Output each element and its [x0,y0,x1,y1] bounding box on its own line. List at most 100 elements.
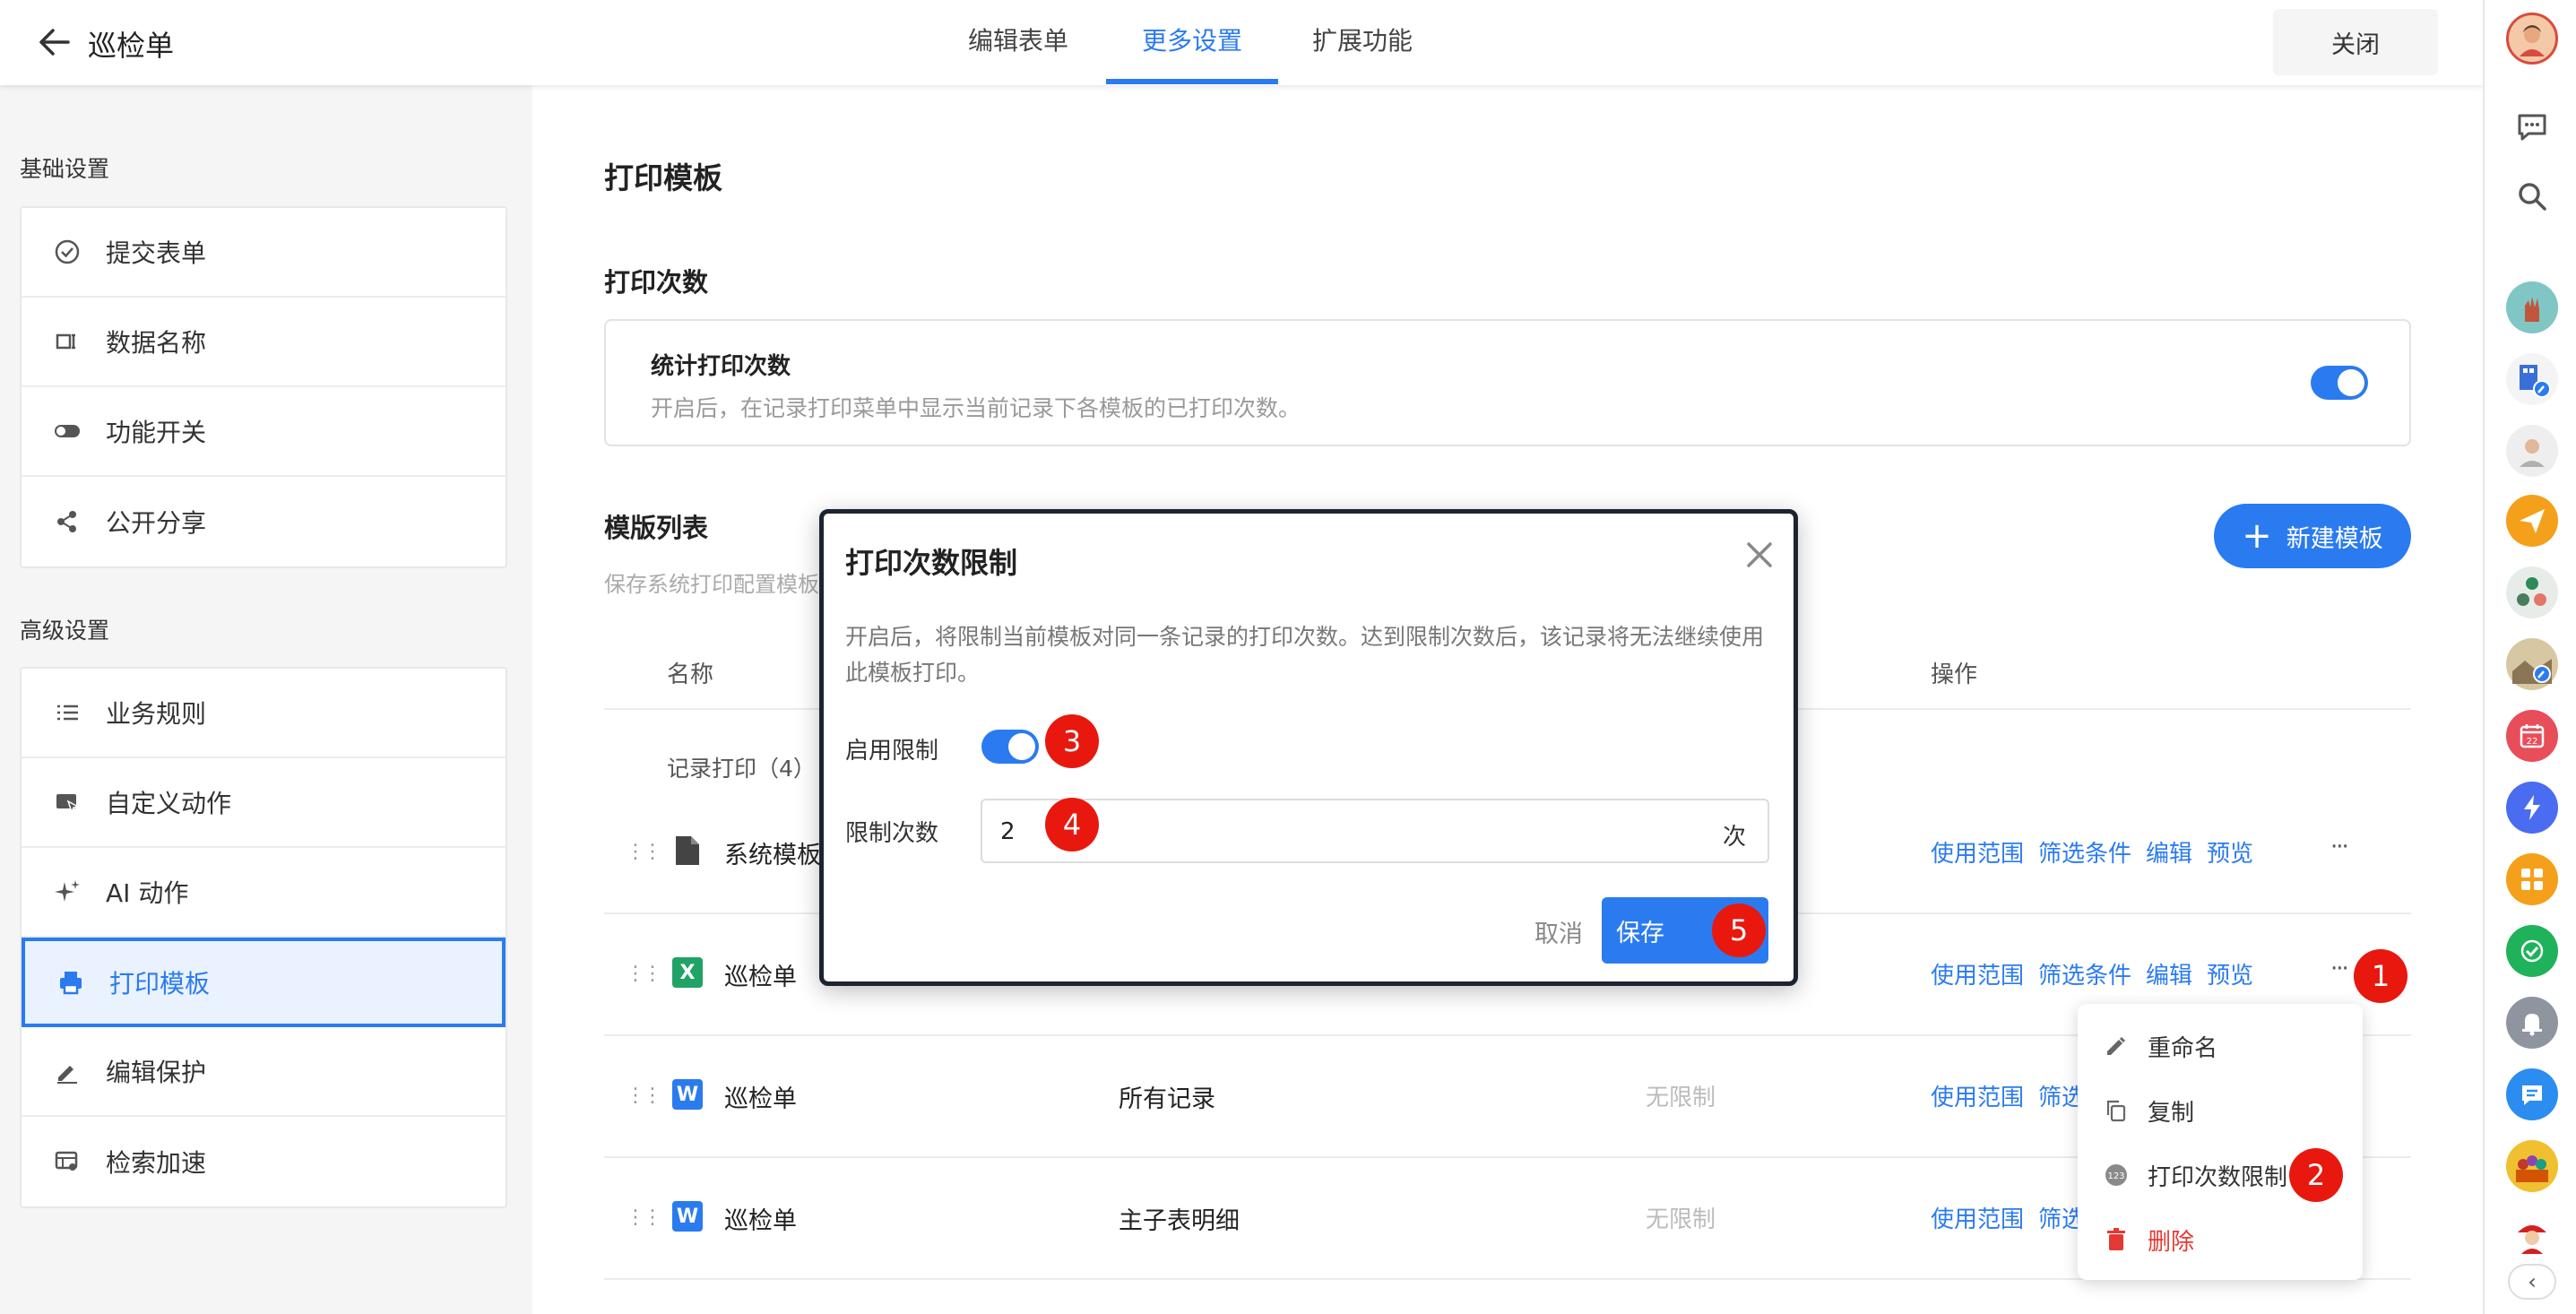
op-usage-scope[interactable]: 使用范围 [1931,1079,2024,1112]
word-icon: W [672,1079,703,1110]
sidebar-item-ai-action[interactable]: AI 动作 [22,848,506,938]
menu-item-label: 复制 [2148,1099,2195,1127]
app-plants-icon[interactable] [2506,566,2558,618]
trash-icon [2103,1226,2130,1253]
app-title: 巡检单 [88,29,175,63]
close-button[interactable]: 关闭 [2273,9,2438,75]
counter-icon: 123 [2103,1162,2130,1189]
copy-icon [2103,1097,2130,1124]
word-icon: W [672,1201,703,1232]
enable-limit-toggle[interactable] [981,730,1039,764]
op-edit[interactable]: 编辑 [2146,957,2192,990]
drag-handle-icon[interactable]: ⋮⋮ [626,791,662,912]
limit-count-input[interactable]: 2 次 [981,799,1769,863]
top-bar: 巡检单 编辑表单 更多设置 扩展功能 关闭 [0,0,2483,85]
back-arrow-icon[interactable] [32,20,77,65]
op-filter-conditions[interactable]: 筛选条件 [2038,835,2131,869]
print-count-card-desc: 开启后，在记录打印菜单中显示当前记录下各模板的已打印次数。 [651,395,1301,421]
tab-edit-form[interactable]: 编辑表单 [959,0,1077,85]
app-landscape-icon[interactable] [2506,638,2558,690]
step-badge-1: 1 [2354,949,2407,1003]
template-name: 巡检单 [724,964,797,991]
app-hands-icon[interactable] [2506,281,2558,333]
op-edit[interactable]: 编辑 [2146,835,2192,869]
cancel-button[interactable]: 取消 [1505,899,1612,964]
custom-action-icon [48,783,86,821]
app-send-icon[interactable] [2506,495,2558,547]
document-icon [672,835,703,866]
sidebar-item-custom-action[interactable]: 自定义动作 [22,758,506,848]
tab-extensions[interactable]: 扩展功能 [1303,0,1422,85]
right-rail: 22 ‹ [2483,0,2576,1314]
step-badge-2: 2 [2289,1148,2343,1202]
op-usage-scope[interactable]: 使用范围 [1931,835,2024,869]
lightning-icon[interactable] [2506,782,2558,834]
dialog-title: 打印次数限制 [845,546,1018,580]
template-print-limit: 无限制 [1646,1085,1716,1111]
column-header-ops: 操作 [1931,661,1978,688]
op-preview[interactable]: 预览 [2207,957,2253,990]
sidebar-item-label: 自定义动作 [106,789,232,818]
more-options-button[interactable]: ··· [2330,955,2349,982]
share-icon [48,503,86,540]
sidebar-item-submit-form[interactable]: 提交表单 [22,208,506,298]
menu-item-label: 重命名 [2148,1034,2218,1062]
menu-item-rename[interactable]: 重命名 [2078,1015,2363,1077]
check-circle-icon [48,233,86,271]
app-group-photo-icon[interactable] [2506,1140,2558,1192]
sidebar-item-print-template[interactable]: 打印模板 [22,938,506,1027]
name-tag-icon [48,323,86,360]
limit-count-value: 2 [1000,818,1016,845]
sidebar-item-data-name[interactable]: 数据名称 [22,298,506,387]
op-usage-scope[interactable]: 使用范围 [1931,1201,2024,1234]
bell-icon[interactable] [2506,997,2558,1049]
new-template-button[interactable]: + 新建模板 [2214,504,2411,568]
sidebar-item-label: 功能开关 [106,418,207,447]
op-preview[interactable]: 预览 [2207,835,2253,869]
app-avatar-group-icon[interactable] [2506,425,2558,477]
op-usage-scope[interactable]: 使用范围 [1931,957,2024,990]
sidebar-item-feature-switch[interactable]: 功能开关 [22,387,506,477]
sidebar-item-business-rules[interactable]: 业务规则 [22,669,506,758]
sidebar-item-search-acceleration[interactable]: 检索加速 [22,1117,506,1206]
op-filter-conditions[interactable]: 筛选条件 [2038,957,2131,990]
template-scope: 所有记录 [1119,1085,1215,1113]
sidebar-item-label: 提交表单 [106,238,207,268]
search-icon[interactable] [2506,170,2558,222]
close-icon[interactable] [1738,533,1781,576]
tab-more-settings[interactable]: 更多设置 [1131,0,1253,85]
dialog-desc: 开启后，将限制当前模板对同一条记录的打印次数。达到限制次数后，该记录将无法继续使… [845,624,1765,686]
check-task-icon[interactable] [2506,925,2558,977]
active-tab-underline [1106,79,1278,84]
advanced-settings-title: 高级设置 [20,618,110,644]
chevron-left-icon: ‹ [2528,1269,2537,1294]
sidebar-item-public-share[interactable]: 公开分享 [22,477,506,566]
drag-handle-icon[interactable]: ⋮⋮ [626,912,662,1034]
more-options-button[interactable]: ··· [2330,834,2349,860]
drag-handle-icon[interactable]: ⋮⋮ [626,1156,662,1278]
user-avatar[interactable] [2506,13,2558,65]
calendar-icon[interactable]: 22 [2506,710,2558,762]
menu-item-delete[interactable]: 删除 [2078,1208,2363,1271]
app-building-icon[interactable] [2506,353,2558,405]
collapse-rail-button[interactable]: ‹ [2508,1264,2556,1300]
app-pirate-icon[interactable] [2506,1210,2558,1262]
message-icon[interactable] [2506,1068,2558,1120]
chat-icon[interactable] [2506,100,2558,152]
drag-handle-icon[interactable]: ⋮⋮ [626,1034,662,1156]
limit-count-label: 限制次数 [845,820,939,847]
sidebar-item-edit-protection[interactable]: 编辑保护 [22,1027,506,1117]
template-list-desc: 保存系统打印配置模板 [604,572,819,597]
save-label: 保存 [1616,919,1664,947]
page-title: 打印模板 [604,160,722,195]
sidebar-item-label: 数据名称 [106,328,207,358]
sidebar-item-label: 编辑保护 [106,1058,207,1087]
print-count-toggle[interactable] [2311,366,2368,400]
grid-apps-icon[interactable] [2506,853,2558,905]
basic-settings-group: 提交表单 数据名称 功能开关 公开分享 [20,206,507,568]
sidebar-item-label: AI 动作 [106,878,189,908]
menu-item-copy[interactable]: 复制 [2078,1079,2363,1142]
limit-count-unit: 次 [1722,824,1746,851]
svg-text:123: 123 [2107,1171,2124,1181]
svg-text:22: 22 [2527,737,2538,747]
